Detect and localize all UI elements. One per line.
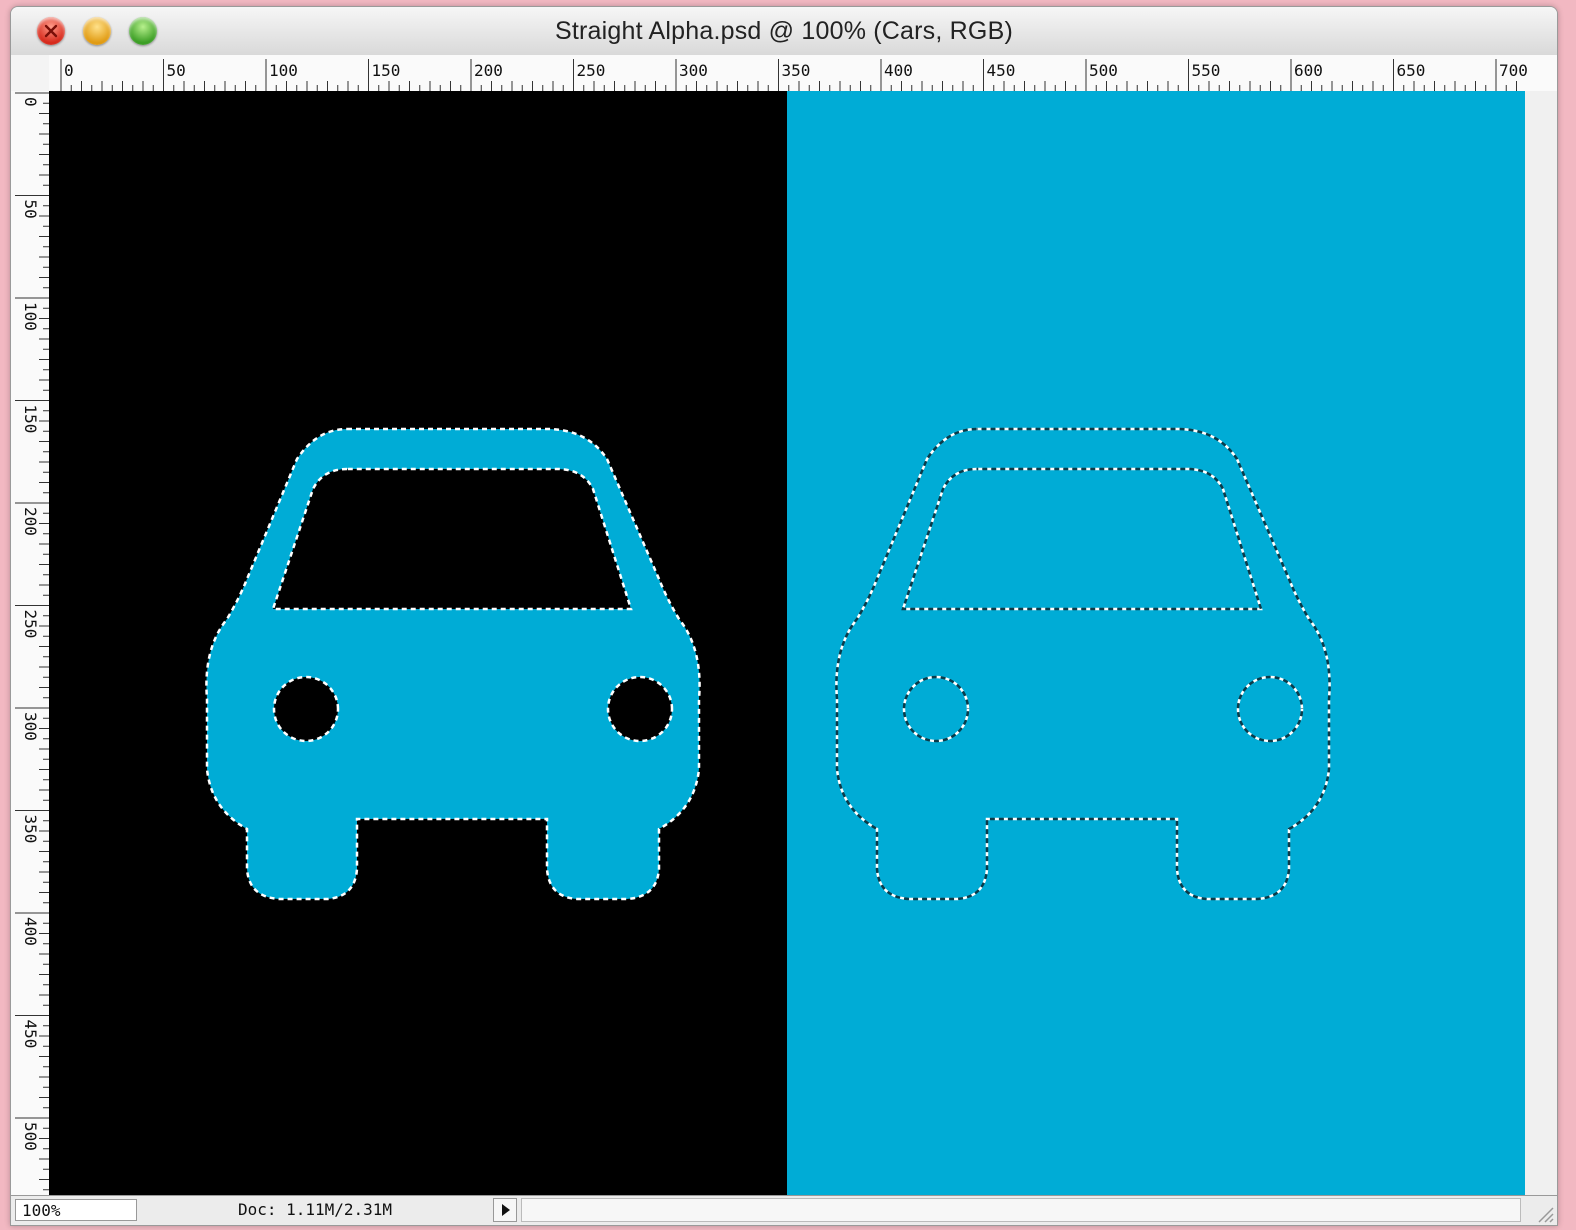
title-bar[interactable]: Straight Alpha.psd @ 100% (Cars, RGB) [11,7,1557,56]
vertical-ruler-label: 150 [21,405,40,434]
play-triangle-icon [502,1204,510,1216]
ruler-origin[interactable] [11,55,50,92]
vertical-ruler-label: 350 [21,815,40,844]
vertical-ruler-label: 300 [21,712,40,741]
status-bar: 100% Doc: 1.11M/2.31M [11,1195,1557,1225]
horizontal-ruler-label: 650 [1397,61,1426,80]
horizontal-ruler-label: 200 [474,61,503,80]
vertical-ruler-label: 200 [21,507,40,536]
horizontal-ruler-label: 450 [987,61,1016,80]
horizontal-ruler-label: 250 [577,61,606,80]
resize-grip-icon[interactable] [1531,1200,1555,1224]
vertical-ruler-label: 50 [21,200,40,219]
document-size-info: Doc: 1.11M/2.31M [237,1200,393,1219]
horizontal-ruler-label: 500 [1089,61,1118,80]
vertical-ruler-scale: 0 50 100 150 200 250 300 350 400 450 500 [15,92,49,1191]
zoom-level-field[interactable]: 100% [15,1199,137,1221]
horizontal-ruler[interactable]: 0 50 100 150 200 250 300 350 400 450 500 550 600 650 7… [49,55,1557,92]
vertical-scrollbar-area[interactable] [1525,91,1557,1195]
horizontal-ruler-label: 0 [64,61,74,80]
vertical-ruler[interactable]: 0 50 100 150 200 250 300 350 400 450 500 [11,91,50,1195]
horizontal-ruler-label: 100 [269,61,298,80]
horizontal-ruler-label: 350 [782,61,811,80]
horizontal-ruler-label: 550 [1192,61,1221,80]
horizontal-ruler-label: 600 [1294,61,1323,80]
window-title: Straight Alpha.psd @ 100% (Cars, RGB) [555,17,1013,45]
horizontal-scrollbar[interactable] [521,1198,1521,1222]
canvas-artwork [49,91,1525,1195]
vertical-ruler-label: 450 [21,1020,40,1049]
vertical-ruler-label: 400 [21,917,40,946]
document-window: Straight Alpha.psd @ 100% (Cars, RGB) 0 5… [10,6,1558,1226]
horizontal-ruler-label: 400 [884,61,913,80]
vertical-ruler-label: 100 [21,302,40,331]
right-blue-panel [787,91,1525,1195]
horizontal-ruler-label: 150 [372,61,401,80]
vertical-ruler-label: 500 [21,1122,40,1151]
vertical-ruler-label: 250 [21,610,40,639]
status-menu-button[interactable] [493,1198,517,1222]
document-canvas[interactable] [49,91,1525,1195]
horizontal-ruler-label: 50 [167,61,186,80]
horizontal-ruler-scale: 0 50 100 150 200 250 300 350 400 450 500 550 600 650 7… [60,59,1528,91]
vertical-ruler-label: 0 [21,97,40,107]
horizontal-ruler-label: 300 [679,61,708,80]
horizontal-ruler-label: 700 [1499,61,1528,80]
